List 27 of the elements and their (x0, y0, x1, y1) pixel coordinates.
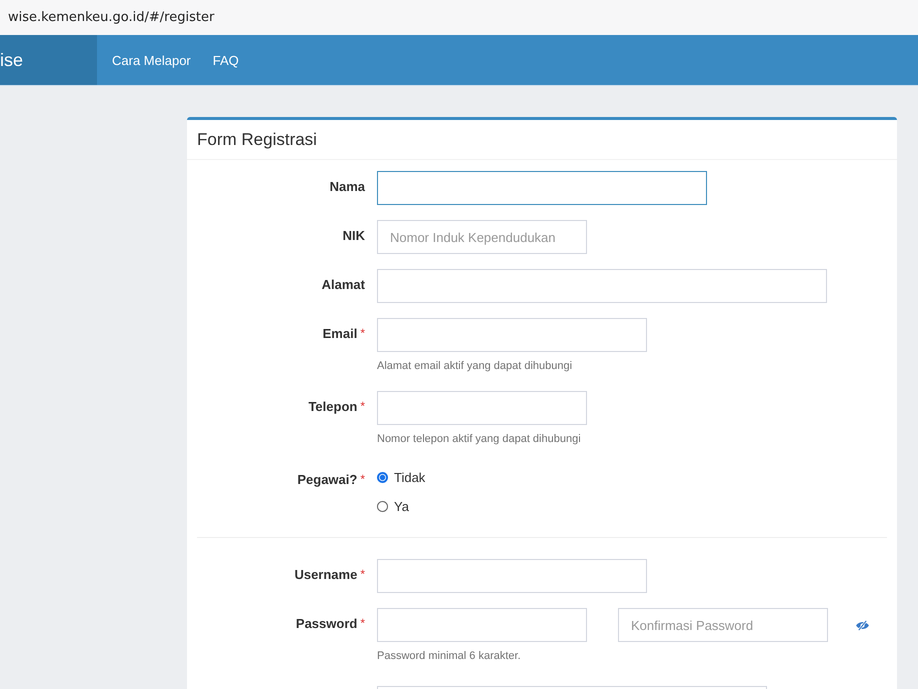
confirm-password-field[interactable]: Konfirmasi Password (618, 608, 828, 642)
nav-link[interactable]: FAQ (212, 52, 239, 68)
required-mark: * (360, 326, 365, 342)
field-label: Telepon (308, 399, 358, 416)
field-label: Pegawai? (297, 472, 358, 489)
input-field[interactable] (377, 171, 707, 205)
required-mark: * (360, 567, 365, 583)
radio-option[interactable]: Ya (377, 495, 426, 517)
password-field[interactable] (377, 608, 587, 642)
field-label: Password (296, 616, 358, 633)
radio-option[interactable]: Tidak (377, 466, 426, 488)
field-label: Email (322, 326, 358, 343)
eye-slash-icon[interactable] (855, 620, 870, 630)
required-mark: * (360, 472, 365, 488)
brand-logo[interactable]: ise (0, 35, 97, 85)
help-text: Nomor telepon aktif yang dapat dihubungi (377, 432, 582, 447)
help-text: Alamat email aktif yang dapat dihubungi (377, 359, 574, 374)
field-label: Username (294, 567, 358, 584)
field-label: Nama (330, 179, 365, 196)
field-label: NIK (342, 228, 365, 245)
required-mark: * (360, 616, 365, 632)
field-label: Alamat (322, 277, 365, 294)
help-text: Password minimal 6 karakter. (377, 649, 522, 664)
nav-link[interactable]: Cara Melapor (112, 52, 191, 68)
form-title: Form Registrasi (197, 130, 317, 150)
address-bar[interactable]: wise.kemenkeu.go.id/#/register (0, 0, 918, 35)
required-mark: * (360, 399, 365, 415)
